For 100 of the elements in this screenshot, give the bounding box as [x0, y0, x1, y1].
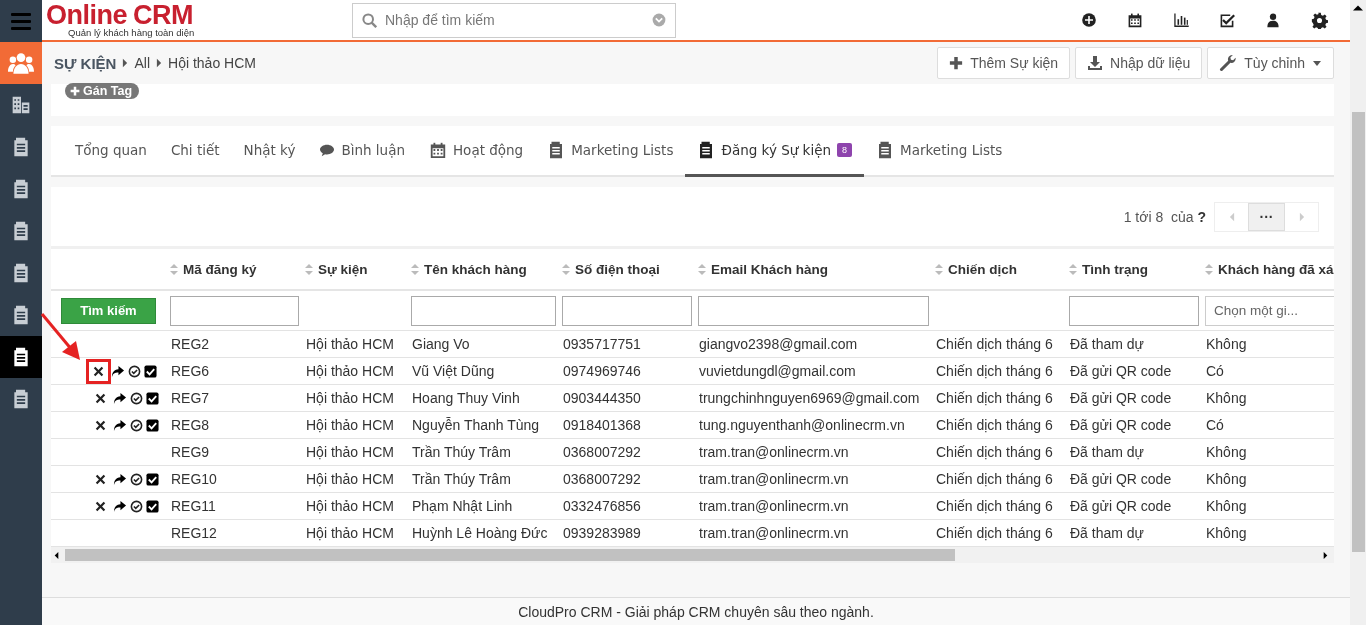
table-cell: Hội thảo HCM — [301, 411, 407, 439]
plus-icon — [70, 86, 80, 96]
check-circle-icon[interactable] — [130, 499, 143, 513]
table-cell: Đã tham dự — [1065, 330, 1201, 358]
breadcrumb-link[interactable]: SỰ KIỆN — [54, 54, 117, 72]
toolbar-button[interactable]: Tùy chỉnh — [1207, 47, 1334, 79]
column-header[interactable]: Tên khách hàng — [424, 261, 527, 277]
table-cell: Đã gửi QR code — [1065, 465, 1201, 493]
settings-icon[interactable] — [1310, 11, 1328, 29]
tab[interactable]: Nhật ký — [231, 126, 308, 177]
tab[interactable]: Đăng ký Sự kiện 8 — [685, 126, 865, 177]
table-cell: REG10 — [166, 465, 301, 493]
table-cell: REG2 — [166, 330, 301, 358]
tab[interactable]: Chi tiết — [158, 126, 232, 177]
column-header[interactable]: Email Khách hàng — [711, 261, 829, 277]
checkbox-icon[interactable] — [1219, 11, 1235, 29]
filter-field[interactable] — [562, 295, 692, 326]
share-arrow-icon[interactable] — [113, 418, 127, 432]
document-icon — [11, 263, 31, 283]
table-cell: tram.tran@onlinecrm.vn — [694, 438, 931, 466]
scrollbar-thumb[interactable] — [1351, 112, 1365, 552]
filter-field[interactable] — [170, 295, 299, 326]
document-icon — [11, 389, 31, 409]
tab[interactable]: Marketing Lists — [535, 126, 686, 177]
table-cell: 0974969746 — [558, 357, 694, 385]
table-cell: trungchinhnguyen6969@gmail.com — [694, 384, 931, 412]
table-cell: tram.tran@onlinecrm.vn — [694, 519, 931, 547]
column-header[interactable]: Sự kiện — [318, 261, 368, 277]
checkbox-icon[interactable] — [146, 418, 159, 432]
table-cell: REG7 — [166, 384, 301, 412]
table-cell: Chiến dịch tháng 6 — [931, 330, 1065, 358]
more-pages-button[interactable]: ··· — [1248, 202, 1285, 231]
column-header[interactable]: Chiến dịch — [948, 261, 1017, 277]
table-cell: Chiến dịch tháng 6 — [931, 411, 1065, 439]
table-cell: REG11 — [166, 492, 301, 520]
x-icon — [95, 392, 106, 404]
column-header[interactable]: Mã đăng ký — [183, 261, 257, 277]
share-arrow-icon[interactable] — [113, 391, 127, 405]
table-cell: REG9 — [166, 438, 301, 466]
plus-circle-icon[interactable] — [1081, 12, 1097, 28]
column-header[interactable]: Khách hàng đã xá — [1218, 261, 1334, 277]
check-circle-icon[interactable] — [130, 391, 143, 405]
tab[interactable]: Hoạt động — [416, 126, 536, 177]
share-arrow-icon[interactable] — [111, 364, 125, 378]
chevron-icon — [156, 58, 163, 68]
checkbox-icon[interactable] — [144, 364, 157, 378]
sidebar-item[interactable] — [0, 336, 42, 378]
table-cell: Đã gửi QR code — [1065, 357, 1201, 385]
breadcrumb-link[interactable]: Hội thảo HCM — [168, 55, 256, 71]
table-cell: Chiến dịch tháng 6 — [931, 438, 1065, 466]
delete-button[interactable] — [86, 358, 111, 384]
scrollbar-thumb[interactable] — [65, 549, 955, 561]
table-cell: Phạm Nhật Linh — [407, 492, 558, 520]
table-cell: Nguyễn Thanh Tùng — [407, 411, 558, 439]
column-header[interactable]: Số điện thoại — [575, 261, 660, 277]
scroll-right-icon[interactable] — [1323, 550, 1328, 560]
table-cell: Đã tham dự — [1065, 519, 1201, 547]
table-cell: tram.tran@onlinecrm.vn — [694, 492, 931, 520]
tag-button[interactable]: Gán Tag — [65, 83, 140, 99]
table-cell: vuvietdungdl@gmail.com — [694, 357, 931, 385]
table-cell: tung.nguyenthanh@onlinecrm.vn — [694, 411, 931, 439]
scroll-left-icon[interactable] — [54, 550, 59, 560]
table-cell: Chiến dịch tháng 6 — [931, 357, 1065, 385]
check-circle-icon[interactable] — [130, 418, 143, 432]
scroll-up-icon[interactable] — [1353, 4, 1363, 12]
tab[interactable]: Marketing Lists — [864, 126, 1015, 177]
toolbar-button[interactable]: Nhập dữ liệu — [1075, 47, 1203, 79]
search-field[interactable]: Nhập để tìm kiếm — [352, 2, 676, 38]
logo-text: Online — [46, 2, 127, 30]
toolbar-button[interactable]: Thêm Sự kiện — [937, 47, 1071, 79]
table-cell: giangvo2398@gmail.com — [694, 330, 931, 358]
filter-field[interactable] — [698, 295, 929, 326]
bar-chart-icon[interactable] — [1172, 12, 1190, 28]
table-cell: REG12 — [166, 519, 301, 547]
filter-field[interactable] — [411, 295, 556, 326]
check-circle-icon[interactable] — [128, 364, 141, 378]
building-icon — [11, 95, 31, 115]
checkbox-icon[interactable] — [146, 499, 159, 513]
filter-dropdown[interactable]: Chọn một gi... — [1205, 295, 1334, 326]
chevron-right-icon — [1298, 211, 1305, 222]
calendar-icon[interactable] — [1127, 12, 1143, 28]
breadcrumb-link[interactable]: All — [134, 55, 151, 71]
table-cell: Hội thảo HCM — [301, 330, 407, 358]
tab[interactable]: Bình luận — [307, 126, 417, 177]
x-icon — [95, 419, 106, 431]
checkbox-icon[interactable] — [146, 472, 159, 486]
tab[interactable]: Tổng quan — [63, 126, 159, 177]
share-arrow-icon[interactable] — [113, 499, 127, 513]
table-cell: Huỳnh Lê Hoàng Đức — [407, 519, 558, 547]
table-cell: Trần Thúy Trâm — [407, 438, 558, 466]
chevron-icon — [122, 58, 129, 68]
user-icon[interactable] — [1265, 12, 1281, 28]
table-cell: REG6 — [166, 357, 301, 385]
filter-field[interactable] — [1069, 295, 1199, 326]
check-circle-icon[interactable] — [130, 472, 143, 486]
column-header[interactable]: Tình trạng — [1082, 261, 1148, 277]
checkbox-icon[interactable] — [146, 391, 159, 405]
table-cell: Trần Thúy Trâm — [407, 465, 558, 493]
document-icon — [11, 137, 31, 157]
share-arrow-icon[interactable] — [113, 472, 127, 486]
